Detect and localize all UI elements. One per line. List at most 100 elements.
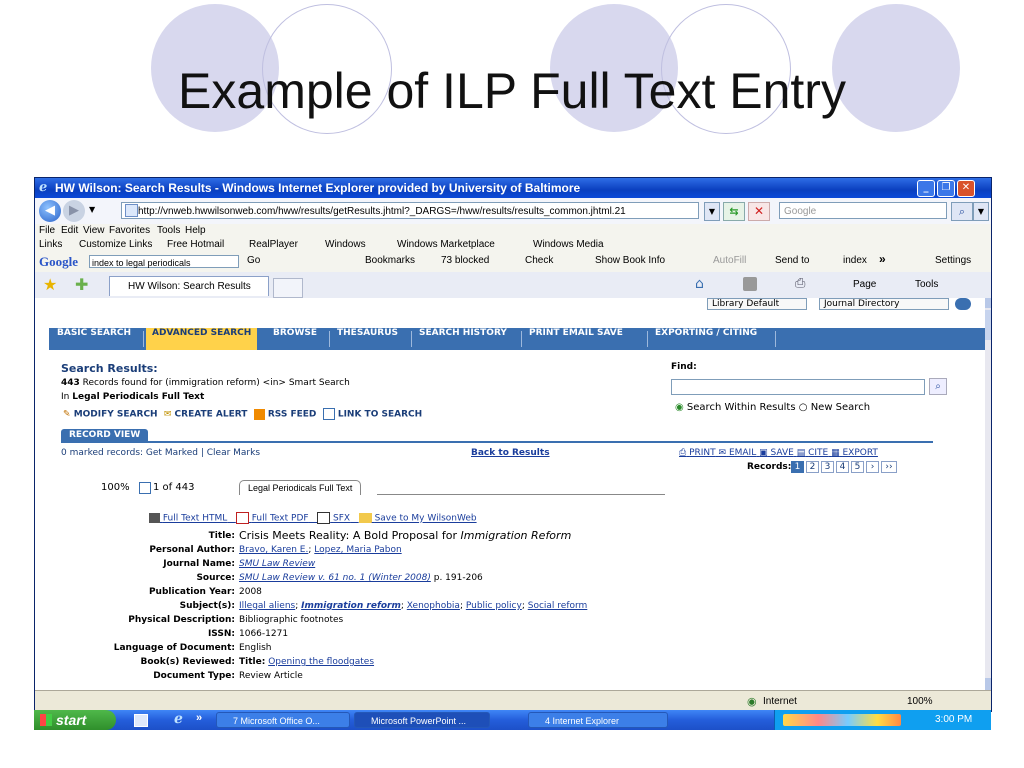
link-windows[interactable]: Windows <box>325 239 366 250</box>
index-button[interactable]: index <box>843 255 867 266</box>
full-text-pdf-link[interactable]: Full Text PDF <box>252 514 309 524</box>
nav-exporting-citing[interactable]: EXPORTING / CITING <box>655 328 757 350</box>
print-icon[interactable]: ⎙ <box>795 276 805 291</box>
forward-button[interactable]: ▶ <box>63 200 85 222</box>
google-settings-button[interactable]: Settings <box>935 255 971 266</box>
radio-within-results[interactable]: ◉ <box>675 402 684 413</box>
spellcheck-button[interactable]: Check <box>525 255 553 266</box>
pager-page-1[interactable]: 1 <box>791 461 804 473</box>
menu-favorites[interactable]: Favorites <box>109 225 150 236</box>
rss-feed-link[interactable]: RSS FEED <box>268 410 317 420</box>
menu-help[interactable]: Help <box>185 225 206 236</box>
record-checkbox[interactable] <box>139 482 151 494</box>
new-tab-button[interactable] <box>273 278 303 298</box>
maximize-button[interactable]: ❐ <box>937 180 955 197</box>
menu-edit[interactable]: Edit <box>61 225 78 236</box>
pager-last[interactable]: ›› <box>881 461 897 473</box>
vertical-scrollbar[interactable] <box>985 298 991 690</box>
subject-link-2[interactable]: Immigration reform <box>301 601 401 611</box>
back-button[interactable]: ◀ <box>39 200 61 222</box>
home-icon[interactable]: ⌂ <box>695 276 704 292</box>
journal-link[interactable]: SMU Law Review <box>239 559 315 569</box>
sfx-link[interactable]: SFX <box>333 514 350 524</box>
toolbar-more-button[interactable]: » <box>879 252 886 266</box>
url-input[interactable]: http://vnweb.hwwilsonweb.com/hww/results… <box>121 202 699 219</box>
nav-basic-search[interactable]: BASIC SEARCH <box>57 328 131 350</box>
tab-search-results[interactable]: HW Wilson: Search Results <box>109 276 269 296</box>
popup-blocked-button[interactable]: 73 blocked <box>441 255 489 266</box>
library-default-select[interactable]: Library Default <box>707 298 807 310</box>
feeds-icon[interactable] <box>743 277 757 291</box>
search-icon[interactable]: ⌕ <box>951 202 973 221</box>
pager-page-4[interactable]: 4 <box>836 461 849 473</box>
scroll-down-arrow[interactable] <box>985 678 991 690</box>
cite-link[interactable]: CITE <box>808 448 828 458</box>
task-powerpoint[interactable]: Microsoft PowerPoint ... <box>354 712 490 728</box>
google-bookmarks-button[interactable]: Bookmarks <box>365 255 415 266</box>
print-link[interactable]: PRINT <box>689 448 716 458</box>
get-marked-link[interactable]: Get Marked <box>146 448 198 458</box>
database-tab[interactable]: Legal Periodicals Full Text <box>239 480 362 495</box>
back-to-results-link[interactable]: Back to Results <box>471 448 550 458</box>
task-internet-explorer[interactable]: 4 Internet Explorer <box>528 712 668 728</box>
journal-directory-select[interactable]: Journal Directory <box>819 298 949 310</box>
subject-link-4[interactable]: Public policy <box>466 601 522 611</box>
task-outlook[interactable]: 7 Microsoft Office O... <box>216 712 350 728</box>
menu-tools[interactable]: Tools <box>157 225 180 236</box>
favorites-star-icon[interactable]: ★ <box>43 275 57 294</box>
minimize-button[interactable]: _ <box>917 180 935 197</box>
page-menu-button[interactable]: Page <box>853 279 876 290</box>
find-search-icon[interactable]: ⌕ <box>929 378 947 395</box>
scroll-up-arrow[interactable] <box>985 298 991 308</box>
pager-next[interactable]: › <box>866 461 879 473</box>
subject-link-1[interactable]: Illegal aliens <box>239 601 295 611</box>
autofill-button[interactable]: AutoFill <box>713 255 746 266</box>
history-dropdown-icon[interactable]: ▼ <box>89 205 95 214</box>
link-hotmail[interactable]: Free Hotmail <box>167 239 224 250</box>
link-realplayer[interactable]: RealPlayer <box>249 239 298 250</box>
nav-browse[interactable]: BROWSE <box>273 328 317 350</box>
subject-link-5[interactable]: Social reform <box>528 601 588 611</box>
pager-page-2[interactable]: 2 <box>806 461 819 473</box>
google-go-button[interactable]: Go <box>247 255 260 266</box>
save-link[interactable]: SAVE <box>771 448 794 458</box>
refresh-icon[interactable]: ⇆ <box>723 202 745 221</box>
zoom-level[interactable]: 100% <box>907 696 933 707</box>
pager-page-5[interactable]: 5 <box>851 461 864 473</box>
radio-new-search[interactable]: ○ <box>799 402 808 413</box>
export-link[interactable]: EXPORT <box>842 448 877 458</box>
google-query-input[interactable]: index to legal periodicals <box>89 255 239 268</box>
stop-icon[interactable]: ✕ <box>748 202 770 221</box>
author-link-2[interactable]: Lopez, Maria Pabon <box>314 545 401 555</box>
help-icon[interactable] <box>955 298 971 310</box>
nav-print-email-save[interactable]: PRINT EMAIL SAVE <box>529 328 623 350</box>
modify-search-link[interactable]: MODIFY SEARCH <box>74 410 158 420</box>
link-marketplace[interactable]: Windows Marketplace <box>397 239 495 250</box>
scroll-thumb[interactable] <box>985 310 991 340</box>
search-options-icon[interactable]: ▼ <box>973 202 989 221</box>
show-desktop-icon[interactable] <box>134 714 148 727</box>
pager-page-3[interactable]: 3 <box>821 461 834 473</box>
quicklaunch-ie-icon[interactable]: ℯ <box>174 711 183 727</box>
record-view-tab[interactable]: RECORD VIEW <box>61 429 149 441</box>
find-input[interactable] <box>671 379 925 395</box>
nav-advanced-search[interactable]: ADVANCED SEARCH <box>146 328 258 350</box>
quicklaunch-more[interactable]: » <box>196 712 202 724</box>
tools-menu-button[interactable]: Tools <box>915 279 938 290</box>
clear-marks-link[interactable]: Clear Marks <box>207 448 260 458</box>
send-to-button[interactable]: Send to <box>775 255 809 266</box>
search-input[interactable]: Google <box>779 202 947 219</box>
subject-link-3[interactable]: Xenophobia <box>407 601 460 611</box>
add-favorite-icon[interactable]: ✚ <box>75 275 88 294</box>
source-link[interactable]: SMU Law Review v. 61 no. 1 (Winter 2008) <box>239 573 431 583</box>
url-dropdown-icon[interactable]: ▼ <box>704 202 720 221</box>
link-customize[interactable]: Customize Links <box>79 239 152 250</box>
full-text-html-link[interactable]: Full Text HTML <box>163 514 227 524</box>
save-to-wilsonweb-link[interactable]: Save to My WilsonWeb <box>375 514 477 524</box>
nav-thesaurus[interactable]: THESAURUS <box>337 328 398 350</box>
close-button[interactable]: ✕ <box>957 180 975 197</box>
author-link-1[interactable]: Bravo, Karen E. <box>239 545 308 555</box>
menu-file[interactable]: File <box>39 225 55 236</box>
book-info-button[interactable]: Show Book Info <box>595 255 665 266</box>
link-windows-media[interactable]: Windows Media <box>533 239 604 250</box>
